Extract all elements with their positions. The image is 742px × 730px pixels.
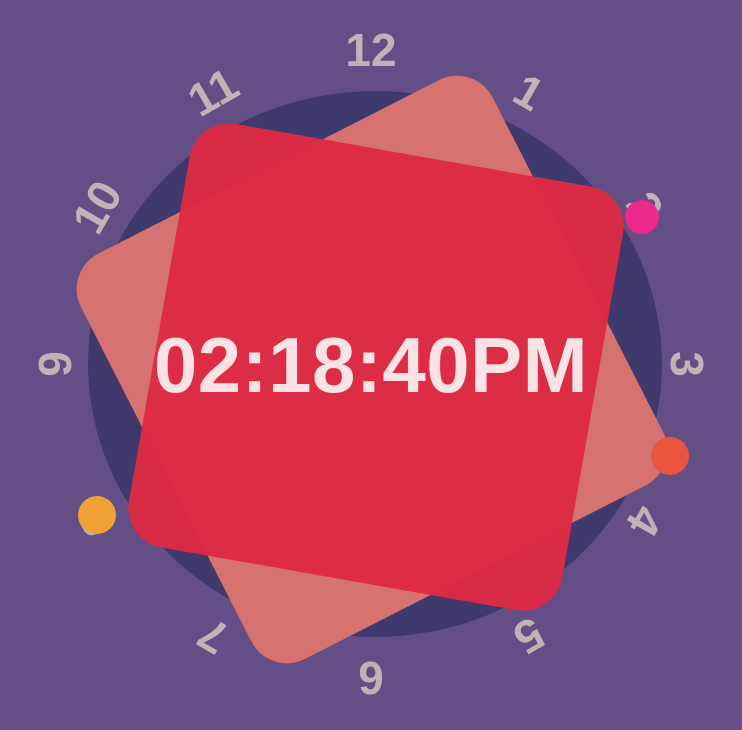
hour-numeral-9: 9 <box>29 351 81 377</box>
amber-complication-dot-icon[interactable] <box>78 496 116 534</box>
hour-numeral-3: 3 <box>661 351 713 377</box>
orange-red-complication-dot-icon[interactable] <box>651 437 689 475</box>
hour-numeral-6: 6 <box>358 652 384 704</box>
hour-numeral-12: 12 <box>345 24 397 76</box>
time-display: 02:18:40PM <box>153 321 589 409</box>
watch-face-screen: 02:18:40PM 121234567891011 <box>0 0 742 730</box>
pink-complication-dot-icon[interactable] <box>625 200 659 234</box>
